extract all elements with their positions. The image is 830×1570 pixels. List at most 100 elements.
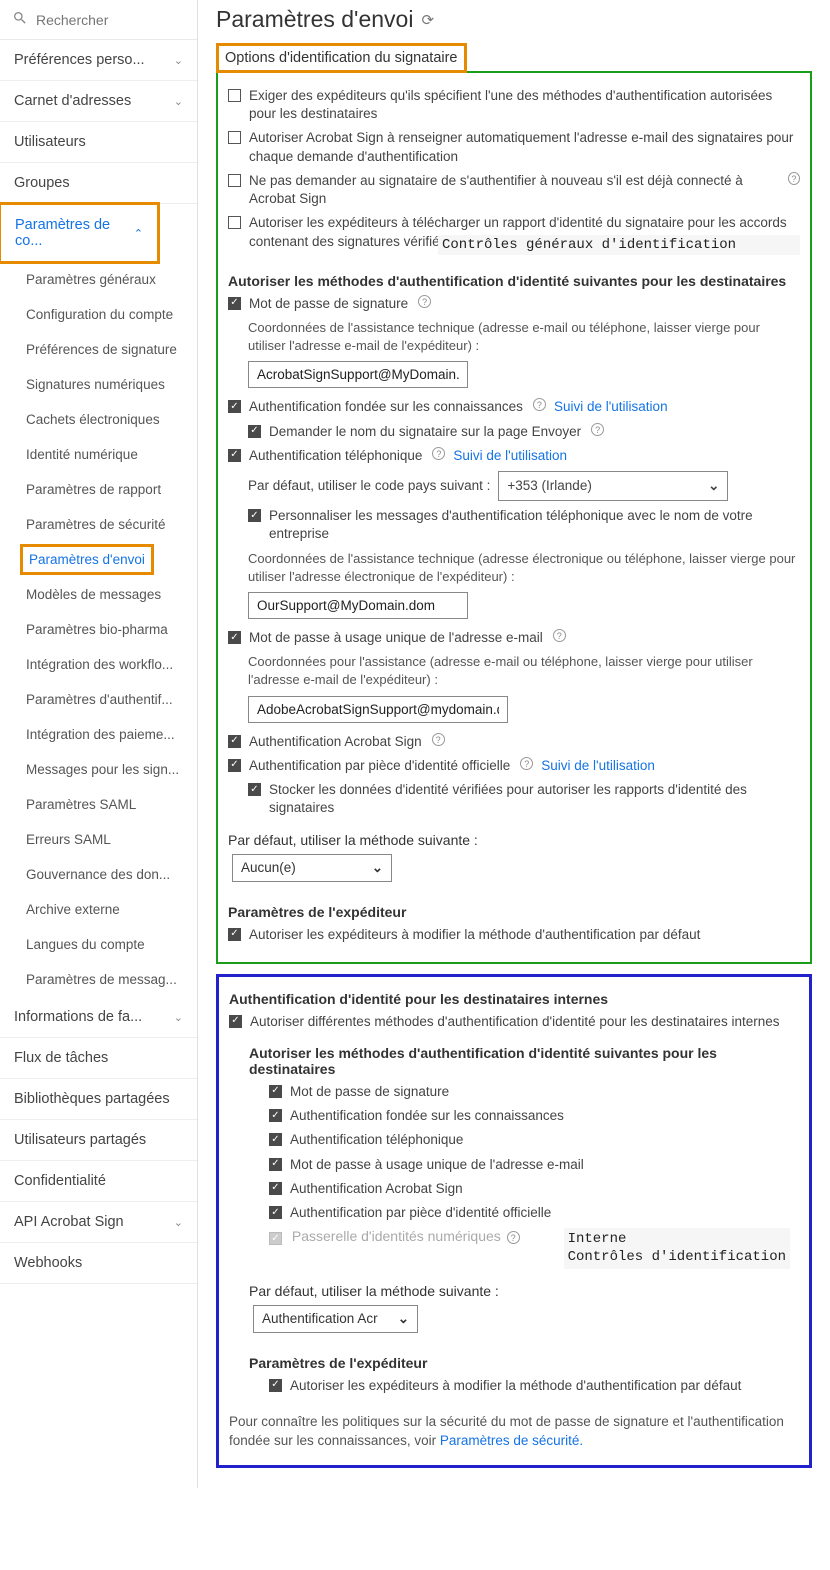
nav-sub-messaging[interactable]: Paramètres de messag... <box>0 962 197 997</box>
checkbox-int-sigpw[interactable] <box>269 1085 282 1098</box>
refresh-icon[interactable]: ⟳ <box>421 11 434 29</box>
nav-shared-libs[interactable]: Bibliothèques partagées <box>0 1079 197 1120</box>
checkbox-int-phone[interactable] <box>269 1133 282 1146</box>
info-icon[interactable] <box>533 398 546 411</box>
search-box[interactable] <box>0 0 197 40</box>
checkbox-autofill-email[interactable] <box>228 131 241 144</box>
chevron-down-icon: ⌄ <box>174 54 183 67</box>
chevron-down-icon: ⌄ <box>174 1216 183 1229</box>
checkbox-int-otp[interactable] <box>269 1158 282 1171</box>
nav-users[interactable]: Utilisateurs <box>0 122 197 163</box>
footer-note: Pour connaître les politiques sur la séc… <box>229 1413 799 1451</box>
checkbox-int-gateway <box>269 1232 282 1245</box>
annotation-internal: Interne Contrôles d'identification <box>564 1228 790 1268</box>
nav-webhooks[interactable]: Webhooks <box>0 1243 197 1284</box>
checkbox-internal-diff[interactable] <box>229 1015 242 1028</box>
internal-identification-box: Authentification d'identité pour les des… <box>216 974 812 1468</box>
info-icon[interactable] <box>520 757 533 770</box>
checkbox-kba[interactable] <box>228 400 241 413</box>
nav-sub-eseals[interactable]: Cachets électroniques <box>0 402 197 437</box>
chevron-down-icon: ⌄ <box>372 860 383 876</box>
info-icon[interactable] <box>432 447 445 460</box>
checkbox-phone-brand[interactable] <box>248 509 261 522</box>
support-desc-2: Coordonnées de l'assistance technique (a… <box>248 550 800 586</box>
info-icon[interactable] <box>591 423 604 436</box>
search-icon <box>12 10 28 29</box>
info-icon[interactable] <box>418 295 431 308</box>
nav-privacy[interactable]: Confidentialité <box>0 1161 197 1202</box>
default-method-label: Par défaut, utiliser la méthode suivante… <box>228 832 800 848</box>
nav-sub-languages[interactable]: Langues du compte <box>0 927 197 962</box>
nav-sub-digital-sig[interactable]: Signatures numériques <box>0 367 197 402</box>
info-icon[interactable] <box>432 733 445 746</box>
link-usage-kba[interactable]: Suivi de l'utilisation <box>554 398 668 416</box>
nav-sub-saml[interactable]: Paramètres SAML <box>0 787 197 822</box>
internal-sender-heading: Paramètres de l'expéditeur <box>249 1355 799 1371</box>
info-icon[interactable] <box>507 1231 520 1244</box>
nav-billing[interactable]: Informations de fa...⌄ <box>0 997 197 1038</box>
nav-sub-saml-errors[interactable]: Erreurs SAML <box>0 822 197 857</box>
nav-sub-governance[interactable]: Gouvernance des don... <box>0 857 197 892</box>
checkbox-no-reauth[interactable] <box>228 174 241 187</box>
nav-sub-archive[interactable]: Archive externe <box>0 892 197 927</box>
main-content: Paramètres d'envoi ⟳ Options d'identific… <box>198 0 830 1488</box>
checkbox-gov-id[interactable] <box>228 759 241 772</box>
link-security-settings[interactable]: Paramètres de sécurité. <box>440 1433 583 1448</box>
nav-account-settings[interactable]: Paramètres de co...⌃ <box>1 205 157 261</box>
annotation-general: Contrôles généraux d'identification <box>438 235 800 255</box>
nav-sub-workflow[interactable]: Intégration des workflo... <box>0 647 197 682</box>
nav-sub-report[interactable]: Paramètres de rapport <box>0 472 197 507</box>
checkbox-sig-password[interactable] <box>228 297 241 310</box>
nav-shared-users[interactable]: Utilisateurs partagés <box>0 1120 197 1161</box>
checkbox-int-govid[interactable] <box>269 1206 282 1219</box>
nav-sub-msg-templates[interactable]: Modèles de messages <box>0 577 197 612</box>
nav-address-book[interactable]: Carnet d'adresses⌄ <box>0 81 197 122</box>
section-title: Options d'identification du signataire <box>219 46 464 70</box>
nav-sub-biopharma[interactable]: Paramètres bio-pharma <box>0 612 197 647</box>
support-desc-3: Coordonnées pour l'assistance (adresse e… <box>248 653 800 689</box>
nav-workflows[interactable]: Flux de tâches <box>0 1038 197 1079</box>
checkbox-store-identity[interactable] <box>248 783 261 796</box>
nav-sub-send-settings[interactable]: Paramètres d'envoi <box>23 547 151 572</box>
support-desc-1: Coordonnées de l'assistance technique (a… <box>248 319 800 355</box>
nav-sub-security[interactable]: Paramètres de sécurité <box>0 507 197 542</box>
info-icon[interactable] <box>788 172 800 185</box>
checkbox-int-kba[interactable] <box>269 1109 282 1122</box>
default-method-select[interactable]: Aucun(e)⌄ <box>232 854 392 882</box>
internal-methods-heading: Autoriser les méthodes d'authentificatio… <box>249 1045 799 1077</box>
checkbox-int-acrobat[interactable] <box>269 1182 282 1195</box>
support-input-3[interactable] <box>248 696 508 723</box>
search-input[interactable] <box>36 12 185 28</box>
nav-sub-sign-prefs[interactable]: Préférences de signature <box>0 332 197 367</box>
chevron-down-icon: ⌄ <box>174 95 183 108</box>
checkbox-email-otp[interactable] <box>228 631 241 644</box>
chevron-down-icon: ⌄ <box>174 1011 183 1024</box>
info-icon[interactable] <box>553 629 566 642</box>
checkbox-sender-modify[interactable] <box>228 928 241 941</box>
country-code-select[interactable]: +353 (Irlande)⌄ <box>498 471 728 501</box>
support-input-2[interactable] <box>248 592 468 619</box>
sidebar: Préférences perso...⌄ Carnet d'adresses⌄… <box>0 0 198 1488</box>
support-input-1[interactable] <box>248 361 468 388</box>
nav-sub-signer-msg[interactable]: Messages pour les sign... <box>0 752 197 787</box>
nav-sub-payment[interactable]: Intégration des paieme... <box>0 717 197 752</box>
link-usage-govid[interactable]: Suivi de l'utilisation <box>541 757 655 775</box>
nav-sub-general[interactable]: Paramètres généraux <box>0 262 197 297</box>
nav-groups[interactable]: Groupes <box>0 163 197 204</box>
checkbox-download-identity[interactable] <box>228 216 241 229</box>
nav-preferences[interactable]: Préférences perso...⌄ <box>0 40 197 81</box>
page-title: Paramètres d'envoi ⟳ <box>216 6 812 33</box>
internal-default-select[interactable]: Authentification Acr⌄ <box>253 1305 418 1333</box>
checkbox-phone-auth[interactable] <box>228 449 241 462</box>
checkbox-require-auth[interactable] <box>228 89 241 102</box>
checkbox-int-sender-modify[interactable] <box>269 1379 282 1392</box>
link-usage-phone[interactable]: Suivi de l'utilisation <box>453 447 567 465</box>
nav-sub-account-config[interactable]: Configuration du compte <box>0 297 197 332</box>
checkbox-acrobat-sign-auth[interactable] <box>228 735 241 748</box>
nav-api[interactable]: API Acrobat Sign⌄ <box>0 1202 197 1243</box>
checkbox-kba-name[interactable] <box>248 425 261 438</box>
methods-heading: Autoriser les méthodes d'authentificatio… <box>228 273 800 289</box>
nav-sub-auth-params[interactable]: Paramètres d'authentif... <box>0 682 197 717</box>
sender-heading: Paramètres de l'expéditeur <box>228 904 800 920</box>
nav-sub-digital-id[interactable]: Identité numérique <box>0 437 197 472</box>
